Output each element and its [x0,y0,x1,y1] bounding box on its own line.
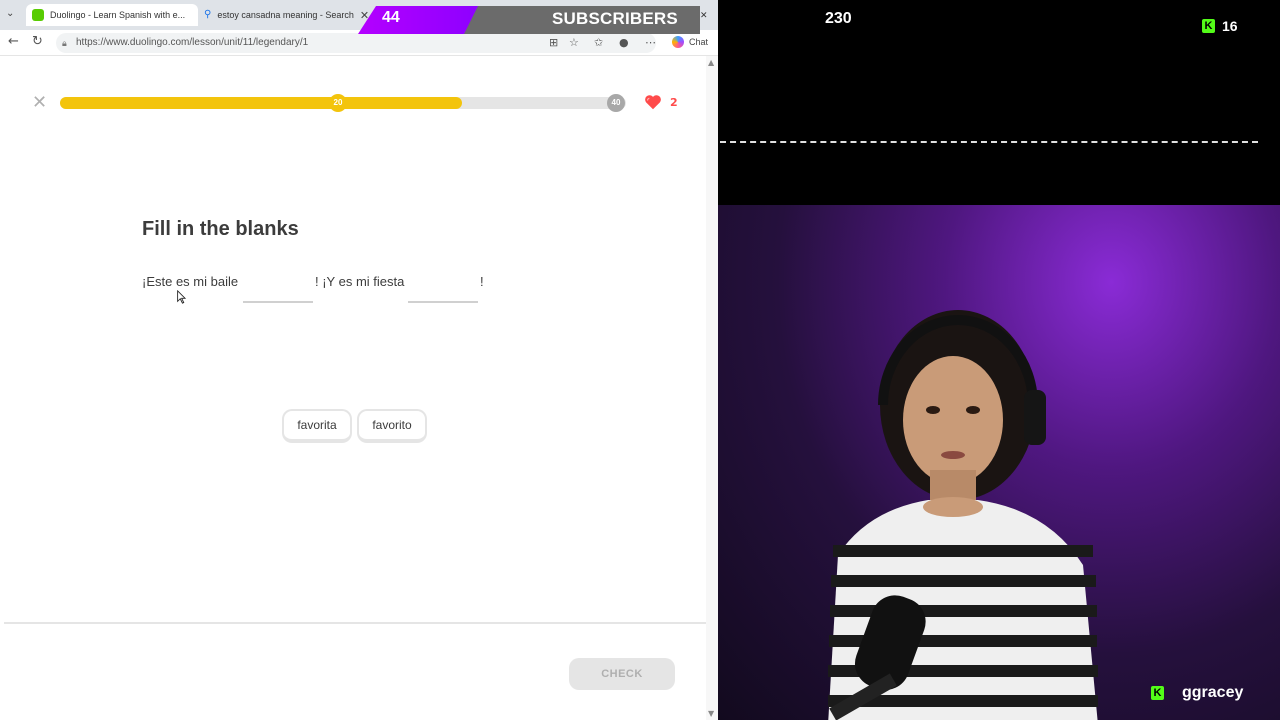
dashed-divider [720,141,1258,143]
subscriber-count-bg [358,6,478,34]
webcam-feed [718,205,1280,720]
kick-logo-icon: K [1202,19,1215,33]
sentence-part: ! ¡Y es mi fiesta [315,274,405,289]
tab-title: estoy cansadna meaning - Search [217,10,354,20]
viewer-goal-count: 230 [825,10,852,27]
favorites-icon[interactable]: ✩ [594,36,603,49]
subscriber-goal-overlay: 44 SUBSCRIBERS [358,6,718,34]
streamer-name: ggracey [1182,684,1244,701]
heart-icon [645,95,661,110]
browser-window: ⌄ Duolingo - Learn Spanish with e... ⚲ e… [0,0,718,720]
page-scrollbar[interactable]: ▲ ▼ [706,56,718,720]
hearts-count: 2 [670,96,678,109]
footer-divider [4,622,706,624]
tab-list-chevron-icon[interactable]: ⌄ [6,8,14,19]
url-field[interactable]: 🔒︎ https://www.duolingo.com/lesson/unit/… [56,33,656,53]
subscriber-label: SUBSCRIBERS [552,9,678,28]
check-button[interactable]: CHECK [569,658,675,690]
scroll-down-icon[interactable]: ▼ [708,709,714,718]
scroll-up-icon[interactable]: ▲ [708,58,714,67]
word-bank-tile[interactable]: favorita [282,409,352,443]
more-options-icon[interactable]: ⋯ [645,36,656,49]
tab-title: Duolingo - Learn Spanish with e... [50,10,186,20]
split-screen-icon[interactable]: ⊞ [549,36,558,49]
sentence-part: ¡Este es mi baile [142,274,239,289]
progress-milestone: 20 [329,94,347,112]
kick-logo-icon: K [1151,686,1164,700]
blank-slot[interactable] [408,301,478,303]
subscriber-count: 44 [382,9,400,26]
word-bank-tile[interactable]: favorito [357,409,427,443]
back-arrow-icon[interactable]: ← [8,34,19,49]
profile-avatar-icon[interactable]: ● [619,36,629,49]
stream-panel: 230 K 16 K ggracey [718,0,1280,720]
copilot-chat-button[interactable]: Chat [672,36,708,48]
url-text: https://www.duolingo.com/lesson/unit/11/… [76,37,309,48]
tab-search[interactable]: ⚲ estoy cansadna meaning - Search ✕ [198,4,368,26]
chat-label: Chat [689,37,709,47]
tab-duolingo[interactable]: Duolingo - Learn Spanish with e... [26,4,198,26]
copilot-icon [672,36,684,48]
blank-slot[interactable] [243,301,313,303]
progress-milestone: 40 [607,94,625,112]
site-info-icon[interactable]: 🔒︎ [62,33,67,53]
close-lesson-icon[interactable]: ✕ [32,92,47,113]
favorite-star-icon[interactable]: ☆ [569,36,579,49]
lesson-progress-fill [60,97,462,109]
streamer-webcam-image [828,310,1098,720]
streamer-name-tag: K ggracey [1151,684,1243,702]
kick-follower-counter: K 16 [1202,18,1238,34]
search-icon: ⚲ [204,9,212,20]
kick-count: 16 [1222,18,1238,34]
sentence-part: ! [480,274,484,289]
duolingo-favicon-icon [32,9,44,21]
duolingo-lesson-page: ✕ 20 40 2 Fill in the blanks ¡Este es mi… [4,56,706,720]
prompt-title: Fill in the blanks [142,218,299,240]
mouse-cursor-icon [177,290,187,304]
reload-icon[interactable]: ↻ [32,34,43,49]
